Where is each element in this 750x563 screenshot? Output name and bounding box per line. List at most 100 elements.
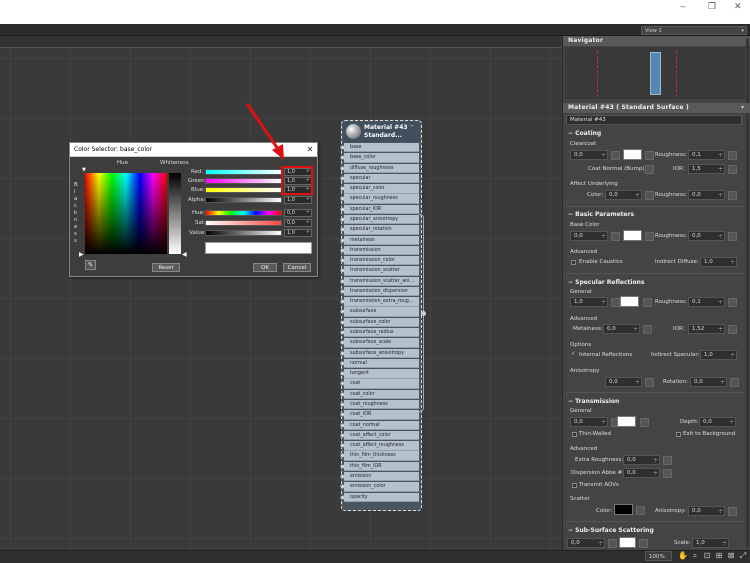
node-slot[interactable]: transmission_extra_roug... — [344, 297, 419, 307]
node-slot[interactable]: coat — [344, 379, 419, 389]
specular-ior-map-button[interactable] — [728, 325, 737, 334]
coat-weight-map-button[interactable] — [611, 151, 620, 160]
node-slot[interactable]: coat_IOR — [344, 410, 419, 420]
node-slot[interactable]: transmission_color — [344, 256, 419, 266]
hue-slider[interactable] — [205, 210, 282, 216]
base-roughness-map-button[interactable] — [728, 232, 737, 241]
enable-caustics-checkbox[interactable] — [571, 260, 576, 265]
node-slot[interactable]: tangent — [344, 369, 419, 379]
view-select[interactable]: View 1 — [641, 26, 747, 35]
maximize-button[interactable]: ❐ — [708, 2, 716, 12]
specular-color-swatch[interactable] — [620, 296, 639, 307]
node-slot[interactable]: specular_rotation — [344, 225, 419, 235]
coat-ior-spinner[interactable]: 1,5 — [688, 164, 725, 174]
node-slot[interactable]: specular_color — [344, 184, 419, 194]
depth-spinner[interactable]: 0,0 — [699, 417, 736, 427]
base-roughness-spinner[interactable]: 0,0 — [688, 231, 725, 241]
node-slot[interactable]: thin_film_IOR — [344, 461, 419, 472]
maximize-view-icon[interactable]: ⤢ — [738, 551, 748, 561]
dispersion-map-button[interactable] — [663, 469, 672, 478]
node-slot[interactable]: transmission_scatter_ani... — [344, 276, 419, 287]
affect-roughness-map-button[interactable] — [728, 191, 737, 200]
extra-roughness-spinner[interactable]: 0,0 — [623, 455, 660, 465]
sss-scale-spinner[interactable]: 1,0 — [692, 538, 729, 548]
value-slider[interactable] — [205, 230, 282, 236]
node-slot[interactable]: specular_anisotropy — [344, 214, 419, 225]
node-slot[interactable]: subsurface_color — [344, 317, 419, 328]
hue-blackness-picker[interactable] — [85, 173, 167, 254]
anisotropy-spinner[interactable]: 0,0 — [605, 377, 642, 387]
coating-rollout[interactable]: − Coating — [568, 130, 601, 137]
sss-weight-spinner[interactable]: 0,0 — [567, 538, 605, 548]
zoom-icon[interactable]: ⌕ — [690, 551, 700, 561]
indirect-specular-spinner[interactable]: 1,0 — [700, 350, 737, 360]
node-slot[interactable]: subsurface_scale — [344, 338, 419, 348]
zoom-select[interactable]: 100% — [645, 551, 672, 561]
node-slot[interactable]: specular_roughness — [344, 194, 419, 204]
base-color-swatch[interactable] — [623, 230, 642, 241]
close-window-button[interactable]: ✕ — [734, 2, 742, 12]
node-slot[interactable]: base — [344, 143, 419, 153]
extra-roughness-map-button[interactable] — [663, 456, 672, 465]
specular-color-map-button[interactable] — [643, 298, 652, 307]
green-slider[interactable] — [205, 178, 282, 184]
node-slot[interactable]: coat_color — [344, 389, 419, 400]
node-slot[interactable]: normal — [344, 358, 419, 369]
node-slot[interactable]: coat_affect_color — [344, 430, 419, 441]
sss-color-swatch[interactable] — [619, 537, 636, 548]
base-color-map-button[interactable] — [645, 232, 654, 241]
alpha-slider[interactable] — [205, 197, 282, 203]
base-weight-spinner[interactable]: 0,0 — [570, 231, 608, 241]
scatter-anisotropy-spinner[interactable]: 0,0 — [688, 506, 725, 516]
blackness-marker-icon[interactable]: ▶ — [79, 251, 84, 258]
specular-roughness-spinner[interactable]: 0,1 — [688, 297, 725, 307]
scatter-color-swatch[interactable] — [614, 504, 633, 515]
sat-spinner[interactable]: 0,0 — [284, 219, 312, 227]
transmit-aovs-checkbox[interactable] — [572, 483, 577, 488]
material-name-field[interactable]: Material #43 — [566, 115, 742, 125]
output-socket[interactable] — [421, 311, 426, 316]
alpha-spinner[interactable]: 1,0 — [284, 196, 312, 204]
close-icon[interactable]: ✕ — [304, 143, 316, 156]
specular-weight-spinner[interactable]: 1,0 — [570, 297, 608, 307]
exit-to-background-checkbox[interactable] — [676, 432, 681, 437]
transmission-color-swatch[interactable] — [617, 416, 636, 427]
node-slot[interactable]: emission — [344, 471, 419, 482]
affect-roughness-spinner[interactable]: 0,0 — [688, 190, 725, 200]
node-slot[interactable]: transmission_dispersion — [344, 286, 419, 297]
rotation-map-button[interactable] — [730, 378, 739, 387]
basic-parameters-rollout[interactable]: − Basic Parameters — [568, 211, 634, 218]
cancel-button[interactable]: Cancel — [283, 263, 311, 272]
specular-weight-map-button[interactable] — [611, 298, 620, 307]
sss-color-map-button[interactable] — [639, 539, 648, 548]
coat-ior-map-button[interactable] — [728, 165, 737, 174]
node-slot[interactable]: coat_roughness — [344, 400, 419, 410]
metalness-map-button[interactable] — [643, 325, 652, 334]
node-slot[interactable]: base_color — [344, 153, 419, 163]
transmission-color-map-button[interactable] — [640, 418, 649, 427]
ok-button[interactable]: OK — [253, 263, 277, 272]
node-slot[interactable]: opacity — [344, 492, 419, 502]
rotation-spinner[interactable]: 0,0 — [690, 377, 727, 387]
node-slot[interactable]: subsurface_radius — [344, 328, 419, 338]
node-slot[interactable]: subsurface — [344, 307, 419, 317]
node-slot[interactable]: subsurface_anisotropy — [344, 348, 419, 358]
node-slot[interactable]: transmission — [344, 245, 419, 256]
base-weight-map-button[interactable] — [611, 232, 620, 241]
internal-reflections-checkbox[interactable]: ✓ — [571, 351, 576, 357]
transmission-weight-spinner[interactable]: 0,0 — [570, 417, 608, 427]
node-slot[interactable]: coat_affect_roughness — [344, 441, 419, 451]
sat-slider[interactable] — [205, 220, 282, 226]
coat-color-swatch[interactable] — [623, 149, 642, 160]
value-spinner[interactable]: 1,0 — [284, 229, 312, 237]
indirect-diffuse-spinner[interactable]: 1,0 — [700, 257, 737, 267]
thin-walled-checkbox[interactable] — [572, 432, 577, 437]
affect-color-spinner[interactable]: 0,0 — [605, 190, 642, 200]
zoom-extents-icon[interactable]: ⊞ — [714, 551, 724, 561]
blue-slider[interactable] — [205, 187, 282, 193]
node-slot[interactable]: metalness — [344, 235, 419, 245]
coat-normal-map-button[interactable] — [645, 165, 654, 174]
red-slider[interactable] — [205, 169, 282, 175]
panel-menu-icon[interactable]: ▾ — [741, 104, 744, 111]
specular-ior-spinner[interactable]: 1,52 — [688, 324, 725, 334]
